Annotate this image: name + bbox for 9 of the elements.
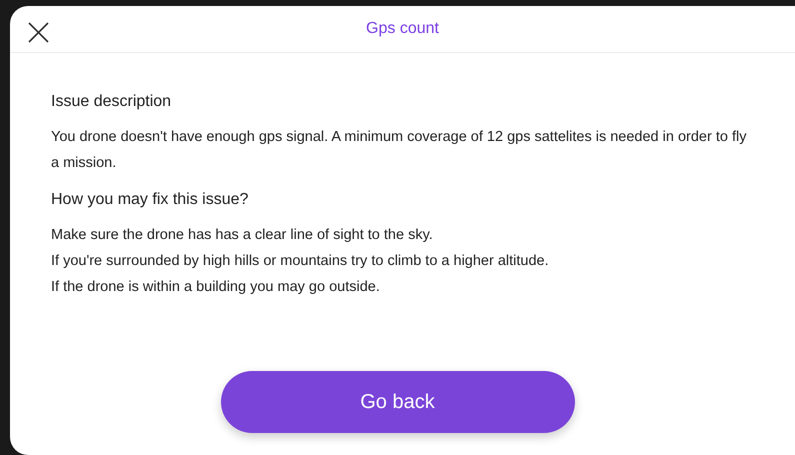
body-text: Make sure the drone has has a clear line of sight to the sky. [51, 226, 434, 245]
section-heading: Issue description [51, 92, 172, 112]
close-icon[interactable] [28, 22, 49, 43]
body-text: If you're surrounded by high hills or mountains try to climb to a higher altitude. [51, 252, 550, 271]
body-text: You drone doesn't have enough gps signal. A minimum coverage of 12 gps sattelites is needed in order to fly a mission. [51, 128, 748, 173]
go-back-button[interactable]: Go back [220, 371, 574, 433]
dialog-title: Gps count [366, 19, 439, 39]
section-heading: How you may fix this issue? [51, 190, 250, 210]
body-text: If the drone is within a building you may go outside. [51, 278, 381, 297]
